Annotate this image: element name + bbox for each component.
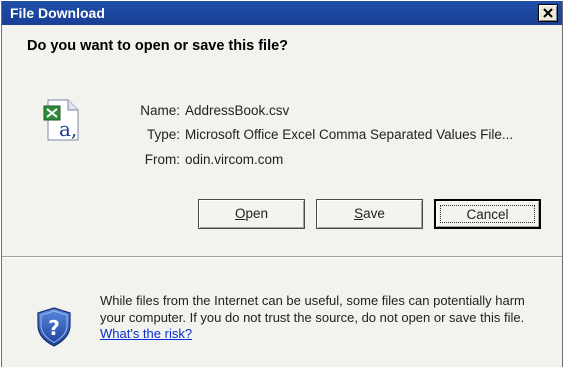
window-title: File Download: [10, 5, 105, 21]
whats-the-risk-link[interactable]: What's the risk?: [100, 326, 192, 341]
open-mnemonic: O: [234, 206, 246, 221]
svg-text:a,: a,: [59, 117, 77, 141]
save-label: ave: [363, 206, 385, 221]
warning-text: While files from the Internet can be use…: [100, 293, 525, 325]
file-download-dialog: File Download Do you want to open or sav…: [1, 1, 563, 367]
type-value: Microsoft Office Excel Comma Separated V…: [185, 127, 514, 142]
save-mnemonic: S: [354, 206, 364, 221]
type-label: Type:: [146, 127, 180, 142]
save-button[interactable]: Save: [316, 199, 423, 229]
prompt-heading: Do you want to open or save this file?: [27, 38, 289, 54]
open-button[interactable]: Open: [198, 199, 305, 229]
separator: [2, 256, 562, 258]
close-icon: [543, 8, 553, 18]
cancel-button[interactable]: Cancel: [434, 199, 541, 229]
from-label: From:: [144, 152, 180, 167]
from-value: odin.vircom.com: [185, 152, 284, 167]
name-label: Name:: [140, 103, 180, 118]
title-bar[interactable]: File Download: [2, 1, 562, 25]
warning-message: While files from the Internet can be use…: [100, 293, 550, 343]
excel-file-icon: a,: [42, 98, 82, 142]
svg-text:?: ?: [48, 316, 60, 340]
shield-question-icon: ?: [36, 307, 72, 347]
focus-ring: [440, 205, 535, 223]
name-value: AddressBook.csv: [185, 103, 290, 118]
open-label: pen: [245, 206, 269, 221]
close-button[interactable]: [538, 4, 558, 22]
